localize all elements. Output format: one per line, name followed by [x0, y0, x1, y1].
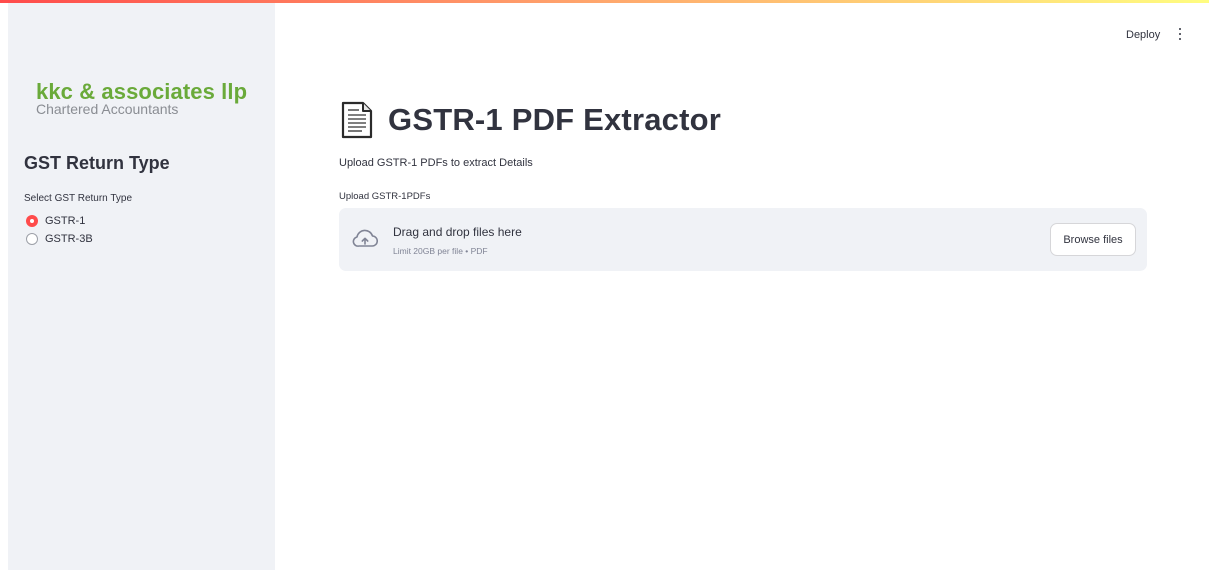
browse-files-button[interactable]: Browse files	[1050, 223, 1136, 256]
radio-unselected-icon[interactable]	[26, 233, 38, 245]
brand-subtitle: Chartered Accountants	[36, 101, 179, 117]
radio-group-label: Select GST Return Type	[24, 193, 133, 204]
radio-option-gstr-1[interactable]: GSTR-1	[26, 215, 85, 227]
file-dropzone[interactable]: Drag and drop files here Limit 20GB per …	[339, 208, 1147, 271]
radio-option-label: GSTR-3B	[45, 233, 93, 245]
sidebar-heading: GST Return Type	[24, 153, 170, 173]
vertical-ellipsis-icon[interactable]	[1176, 26, 1184, 42]
sidebar: kkc & associates llp Chartered Accountan…	[8, 3, 275, 570]
deploy-button[interactable]: Deploy	[1126, 29, 1160, 41]
page-title-row: GSTR-1 PDF Extractor	[340, 101, 721, 139]
dropzone-limit-text: Limit 20GB per file • PDF	[393, 246, 488, 256]
page-title: GSTR-1 PDF Extractor	[388, 102, 722, 137]
cloud-upload-icon	[352, 229, 378, 247]
radio-option-gstr-3b[interactable]: GSTR-3B	[26, 233, 93, 245]
radio-selected-icon[interactable]	[26, 215, 38, 227]
document-icon	[341, 101, 373, 139]
page-subtitle: Upload GSTR-1 PDFs to extract Details	[339, 157, 533, 169]
uploader-label: Upload GSTR-1PDFs	[339, 191, 431, 202]
radio-option-label: GSTR-1	[45, 215, 86, 227]
dropzone-instructions: Drag and drop files here	[393, 225, 522, 239]
